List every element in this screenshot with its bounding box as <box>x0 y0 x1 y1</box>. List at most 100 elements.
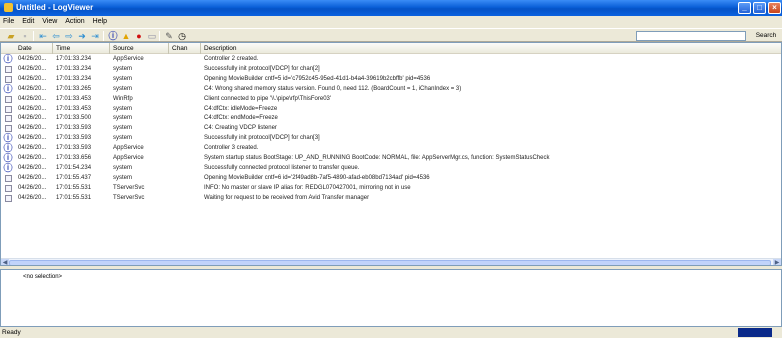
open-icon[interactable]: ▰ <box>6 31 16 41</box>
document-icon <box>3 65 13 75</box>
cell-chan <box>169 144 201 154</box>
document-icon <box>3 174 13 184</box>
cell-date: 04/26/20... <box>18 65 47 72</box>
document-filter-icon[interactable]: ▭ <box>147 31 157 41</box>
app-icon <box>4 3 13 12</box>
document-icon <box>3 114 13 124</box>
document-icon <box>3 194 13 204</box>
menu-help[interactable]: Help <box>90 16 110 25</box>
cell-date: 04/26/20... <box>18 125 47 132</box>
cell-chan <box>169 65 201 75</box>
search-input[interactable] <box>636 31 746 41</box>
detail-pane: <no selection> <box>0 269 782 327</box>
cell-date: 04/26/20... <box>18 56 47 62</box>
pen-icon[interactable]: ✎ <box>164 31 174 41</box>
next-icon[interactable]: ⇨ <box>64 31 74 41</box>
info-filter-icon[interactable]: ⓘ <box>108 31 118 41</box>
scrollbar-thumb[interactable] <box>9 260 771 265</box>
cell-source: TServerSvc <box>113 194 145 201</box>
info-icon: ⓘ <box>3 54 13 64</box>
scroll-left-icon[interactable]: ◀ <box>1 259 9 265</box>
search-button[interactable]: Search <box>752 30 780 42</box>
status-text: Ready <box>2 329 21 336</box>
cell-desc: Opening MovieBuilder cntf=6 id='2f49ad8b… <box>204 174 430 181</box>
cell-time: 17:01:33.453 <box>56 95 92 102</box>
cell-desc: System startup status BootStage: UP_AND_… <box>204 155 550 161</box>
table-row[interactable]: 04/26/20... 17:01:55.437 system Opening Mo… <box>1 174 781 184</box>
table-row[interactable]: ⓘ 04/26/20... 17:01:33.656 AppService System… <box>1 154 781 164</box>
cell-date: 04/26/20... <box>18 75 47 82</box>
cell-date: 04/26/20... <box>18 164 47 171</box>
cell-desc: Opening MovieBuilder cntf=5 id='c7952c45… <box>204 75 431 82</box>
column-header-source[interactable]: Source <box>110 43 169 54</box>
table-row[interactable]: 04/26/20... 17:01:55.531 TServerSvc INFO: N… <box>1 184 781 194</box>
cell-source: AppService <box>113 145 144 152</box>
table-row[interactable]: 04/26/20... 17:01:33.453 WinRfp Client conn… <box>1 95 781 105</box>
close-button[interactable]: × <box>768 2 781 14</box>
cell-desc: Successfully init protocol[VDCP] for cha… <box>204 65 320 72</box>
cell-date: 04/26/20... <box>18 135 47 142</box>
cell-source: TServerSvc <box>113 184 145 191</box>
cell-time: 17:01:33.593 <box>56 135 92 142</box>
table-row[interactable]: 04/26/20... 17:01:33.453 system C4:dfCtx: … <box>1 105 781 115</box>
cell-time: 17:01:33.234 <box>56 75 92 82</box>
cell-date: 04/26/20... <box>18 155 47 161</box>
table-row[interactable]: ⓘ 04/26/20... 17:01:33.265 system C4: Wrong … <box>1 83 781 95</box>
document-icon <box>3 184 13 194</box>
scroll-right-icon[interactable]: ▶ <box>773 259 781 265</box>
maximize-button[interactable]: □ <box>753 2 766 14</box>
table-row[interactable]: 04/26/20... 17:01:33.234 system Opening Mo… <box>1 75 781 85</box>
column-header-chan[interactable]: Chan <box>169 43 201 54</box>
table-row[interactable]: ⓘ 04/26/20... 17:01:54.234 system Successful… <box>1 164 781 174</box>
forward-icon[interactable]: ➜ <box>77 31 87 41</box>
info-icon: ⓘ <box>3 83 13 94</box>
warning-filter-icon[interactable]: ▲ <box>121 31 131 41</box>
minimize-button[interactable]: _ <box>738 2 751 14</box>
cell-time: 17:01:33.656 <box>56 155 92 161</box>
save-icon[interactable]: ▪ <box>20 31 30 41</box>
title-bar[interactable]: Untitled - LogViewer _ □ × <box>0 0 782 16</box>
cell-source: AppService <box>113 155 144 161</box>
cell-chan <box>169 114 201 124</box>
table-row[interactable]: ⓘ 04/26/20... 17:01:33.593 AppService Contro… <box>1 144 781 154</box>
cell-chan <box>169 124 201 134</box>
prev-icon[interactable]: ⇦ <box>51 31 61 41</box>
column-header-date[interactable]: Date <box>15 43 53 54</box>
cell-source: system <box>113 174 133 181</box>
cell-chan <box>169 55 201 65</box>
menu-action[interactable]: Action <box>62 16 87 25</box>
clock-icon[interactable]: ◷ <box>177 31 187 41</box>
horizontal-scrollbar[interactable]: ◀ ▶ <box>1 258 781 265</box>
cell-source: system <box>113 85 133 92</box>
cell-time: 17:01:33.593 <box>56 125 92 132</box>
status-bar: Ready <box>0 327 782 338</box>
logviewer-window: Untitled - LogViewer _ □ × File Edit Vie… <box>0 0 782 338</box>
table-row[interactable]: ⓘ 04/26/20... 17:01:33.234 AppService Contro… <box>1 54 781 65</box>
first-icon[interactable]: ⇤ <box>38 31 48 41</box>
cell-time: 17:01:33.593 <box>56 145 92 152</box>
cell-chan <box>169 105 201 115</box>
cell-time: 17:01:33.265 <box>56 85 92 92</box>
last-icon[interactable]: ⇥ <box>90 31 100 41</box>
menu-file[interactable]: File <box>0 16 17 25</box>
menu-edit[interactable]: Edit <box>19 16 37 25</box>
table-row[interactable]: ⓘ 04/26/20... 17:01:33.593 system Successful… <box>1 134 781 144</box>
column-header-time[interactable]: Time <box>53 43 110 54</box>
table-row[interactable]: 04/26/20... 17:01:33.234 system Successfull… <box>1 65 781 75</box>
table-row[interactable]: 04/26/20... 17:01:33.593 system C4: Creatin… <box>1 124 781 134</box>
table-row[interactable]: 04/26/20... 17:01:55.531 TServerSvc Waiting… <box>1 194 781 204</box>
menu-view[interactable]: View <box>39 16 60 25</box>
error-filter-icon[interactable]: ● <box>134 31 144 41</box>
cell-source: WinRfp <box>113 95 133 102</box>
cell-date: 04/26/20... <box>18 115 47 122</box>
column-header-description[interactable]: Description <box>201 43 781 54</box>
cell-chan <box>169 134 201 144</box>
cell-source: system <box>113 135 133 142</box>
table-row[interactable]: 04/26/20... 17:01:33.500 system C4:dfCtx: … <box>1 114 781 124</box>
cell-time: 17:01:55.531 <box>56 194 92 201</box>
cell-time: 17:01:33.234 <box>56 56 92 62</box>
cell-desc: Successfully init protocol[VDCP] for cha… <box>204 135 320 142</box>
cell-chan <box>169 194 201 204</box>
cell-source: system <box>113 125 133 132</box>
cell-time: 17:01:33.234 <box>56 65 92 72</box>
